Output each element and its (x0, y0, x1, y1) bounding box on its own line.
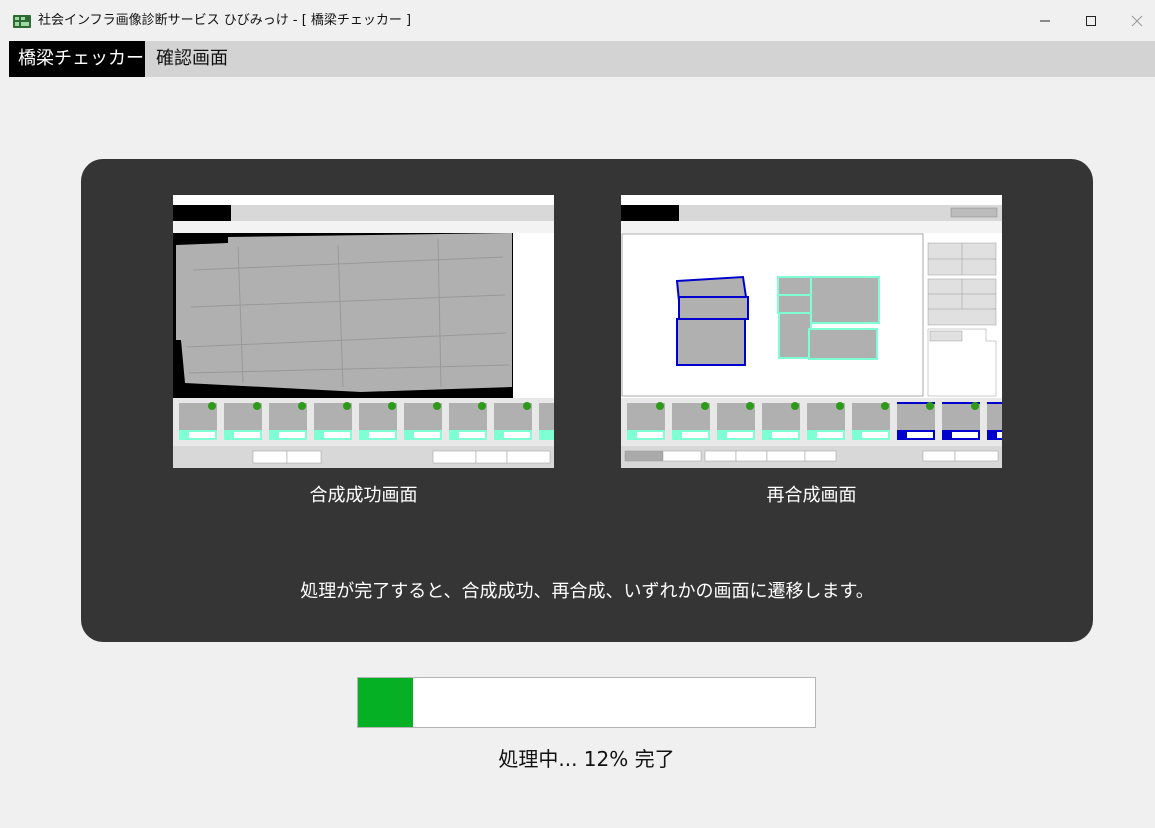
app-logo-icon (13, 15, 31, 28)
tab-confirmation-screen[interactable]: 確認画面 (147, 41, 237, 77)
success-screen-caption: 合成成功画面 (309, 485, 418, 506)
window-title: 社会インフラ画像診断サービス ひびみっけ - [ 橋梁チェッカー ] (38, 13, 412, 28)
tab-bridge-checker[interactable]: 橋梁チェッカー (9, 41, 145, 77)
minimize-button[interactable] (1022, 0, 1068, 41)
maximize-icon (1086, 15, 1096, 26)
progress-bar (357, 677, 816, 728)
recomposite-screen-preview (621, 195, 1002, 468)
menu-bar: 橋梁チェッカー 確認画面 (9, 41, 1155, 77)
minimize-icon (1040, 20, 1050, 21)
close-button[interactable] (1114, 0, 1155, 41)
maximize-button[interactable] (1068, 0, 1114, 41)
close-icon (1131, 15, 1143, 26)
transition-info-panel: 合成成功画面 再合成画面 処理が完了すると、合成成功、再合成、いずれかの画面に遷… (81, 159, 1093, 642)
success-screen-preview (173, 195, 554, 468)
recomposite-screen-caption: 再合成画面 (766, 485, 857, 506)
progress-fill (358, 678, 413, 727)
transition-message: 処理が完了すると、合成成功、再合成、いずれかの画面に遷移します。 (300, 581, 874, 602)
title-bar: 社会インフラ画像診断サービス ひびみっけ - [ 橋梁チェッカー ] (0, 0, 1155, 41)
progress-status-text: 処理中... 12% 完了 (498, 747, 675, 771)
